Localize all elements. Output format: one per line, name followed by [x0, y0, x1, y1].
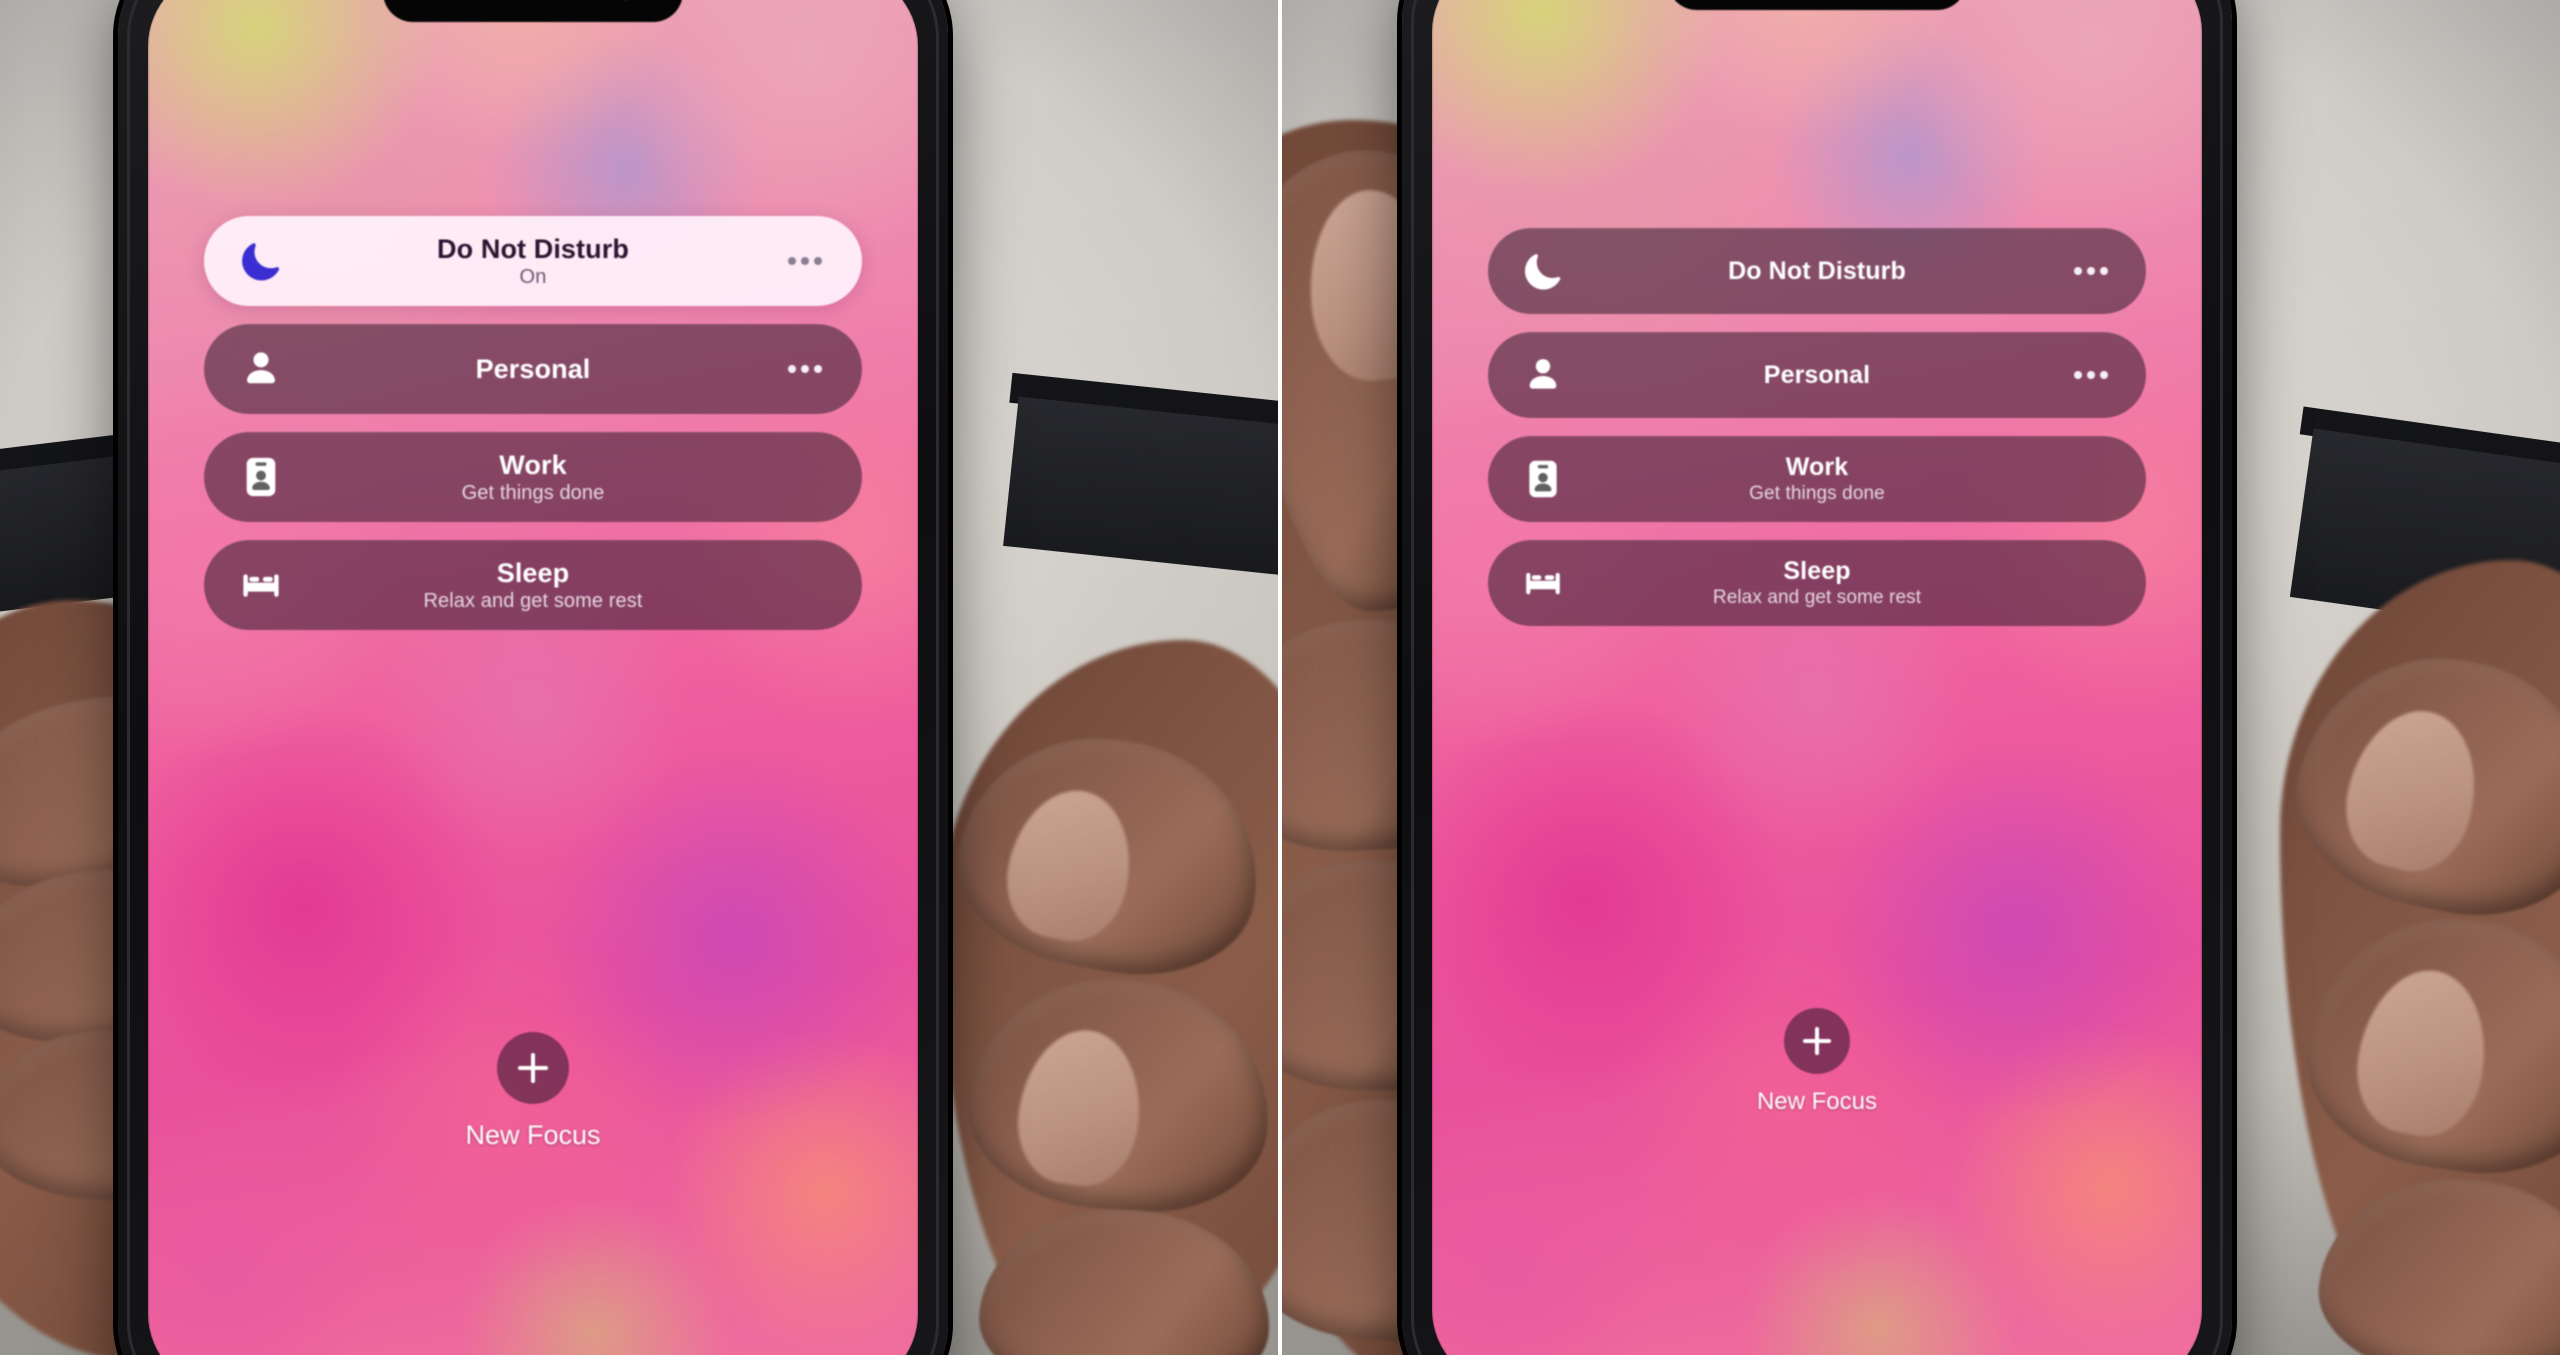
phone-screen-right: Do Not Disturb Personal Work Get things d… [1432, 0, 2202, 1355]
focus-card-personal-ellipsis-icon[interactable] [2050, 371, 2132, 379]
focus-mode-list: Do Not Disturb On Personal Work Get things… [148, 216, 918, 630]
focus-card-title: Work [499, 449, 567, 480]
notch [1667, 0, 1967, 10]
focus-card-text: Do Not Disturb On [304, 234, 762, 289]
bed-icon [1502, 562, 1584, 604]
photo-panel-left: Do Not Disturb On Personal Work Get things… [0, 0, 1280, 1355]
plus-icon-vertical [1815, 1027, 1819, 1055]
new-focus-button[interactable] [497, 1032, 569, 1104]
focus-card-do-not-disturb-ellipsis-icon[interactable] [762, 257, 848, 265]
focus-card-personal[interactable]: Personal [204, 324, 862, 414]
focus-card-text: Work Get things done [304, 450, 762, 505]
focus-card-title: Work [1785, 453, 1849, 482]
focus-mode-list: Do Not Disturb Personal Work Get things d… [1432, 228, 2202, 626]
new-focus-label: New Focus [1756, 1088, 1878, 1115]
focus-card-subtitle: Get things done [1749, 483, 1885, 505]
focus-card-do-not-disturb-ellipsis-icon[interactable] [2050, 267, 2132, 275]
id-badge-icon [1502, 458, 1584, 500]
focus-card-title: Personal [1763, 361, 1871, 389]
focus-card-title: Personal [475, 353, 591, 384]
focus-card-work[interactable]: Work Get things done [1488, 436, 2146, 522]
focus-card-text: Sleep Relax and get some rest [1584, 557, 2050, 608]
person-icon [1502, 354, 1584, 396]
moon-icon [1502, 250, 1584, 292]
focus-card-text: Personal [1584, 361, 2050, 389]
focus-card-subtitle: Get things done [461, 481, 605, 504]
notch [383, 0, 683, 22]
id-badge-icon [218, 455, 304, 499]
plus-icon-vertical [531, 1053, 535, 1083]
phone-screen-left: Do Not Disturb On Personal Work Get things… [148, 0, 918, 1355]
focus-card-sleep[interactable]: Sleep Relax and get some rest [1488, 540, 2146, 626]
phone-body-right: Do Not Disturb Personal Work Get things d… [1402, 0, 2232, 1355]
person-icon [218, 347, 304, 391]
focus-card-subtitle: Relax and get some rest [1712, 587, 1922, 609]
screenshot-root: Do Not Disturb On Personal Work Get things… [0, 0, 2560, 1355]
focus-card-title: Do Not Disturb [437, 233, 629, 264]
new-focus-section: New Focus [148, 1032, 918, 1151]
focus-card-work[interactable]: Work Get things done [204, 432, 862, 522]
focus-card-subtitle: Relax and get some rest [423, 589, 643, 612]
focus-card-subtitle: On [519, 265, 547, 288]
focus-card-do-not-disturb[interactable]: Do Not Disturb [1488, 228, 2146, 314]
wallpaper [148, 0, 918, 1355]
focus-card-title: Sleep [1783, 557, 1851, 586]
focus-card-text: Sleep Relax and get some rest [304, 558, 762, 613]
focus-card-personal[interactable]: Personal [1488, 332, 2146, 418]
new-focus-section: New Focus [1432, 1008, 2202, 1116]
focus-card-do-not-disturb[interactable]: Do Not Disturb On [204, 216, 862, 306]
new-focus-label: New Focus [465, 1120, 601, 1150]
bed-icon [218, 563, 304, 607]
moon-icon [218, 239, 304, 283]
wallpaper [1432, 0, 2202, 1355]
panel-divider [1278, 0, 1282, 1355]
focus-card-text: Work Get things done [1584, 453, 2050, 504]
focus-card-personal-ellipsis-icon[interactable] [762, 365, 848, 373]
focus-card-text: Personal [304, 354, 762, 384]
front-camera-icon [617, 0, 635, 1]
phone-body-left: Do Not Disturb On Personal Work Get things… [118, 0, 948, 1355]
focus-card-title: Do Not Disturb [1728, 257, 1906, 285]
focus-card-text: Do Not Disturb [1584, 257, 2050, 285]
photo-panel-right: Do Not Disturb Personal Work Get things d… [1280, 0, 2560, 1355]
focus-card-title: Sleep [496, 557, 570, 588]
new-focus-button[interactable] [1784, 1008, 1850, 1074]
focus-card-sleep[interactable]: Sleep Relax and get some rest [204, 540, 862, 630]
